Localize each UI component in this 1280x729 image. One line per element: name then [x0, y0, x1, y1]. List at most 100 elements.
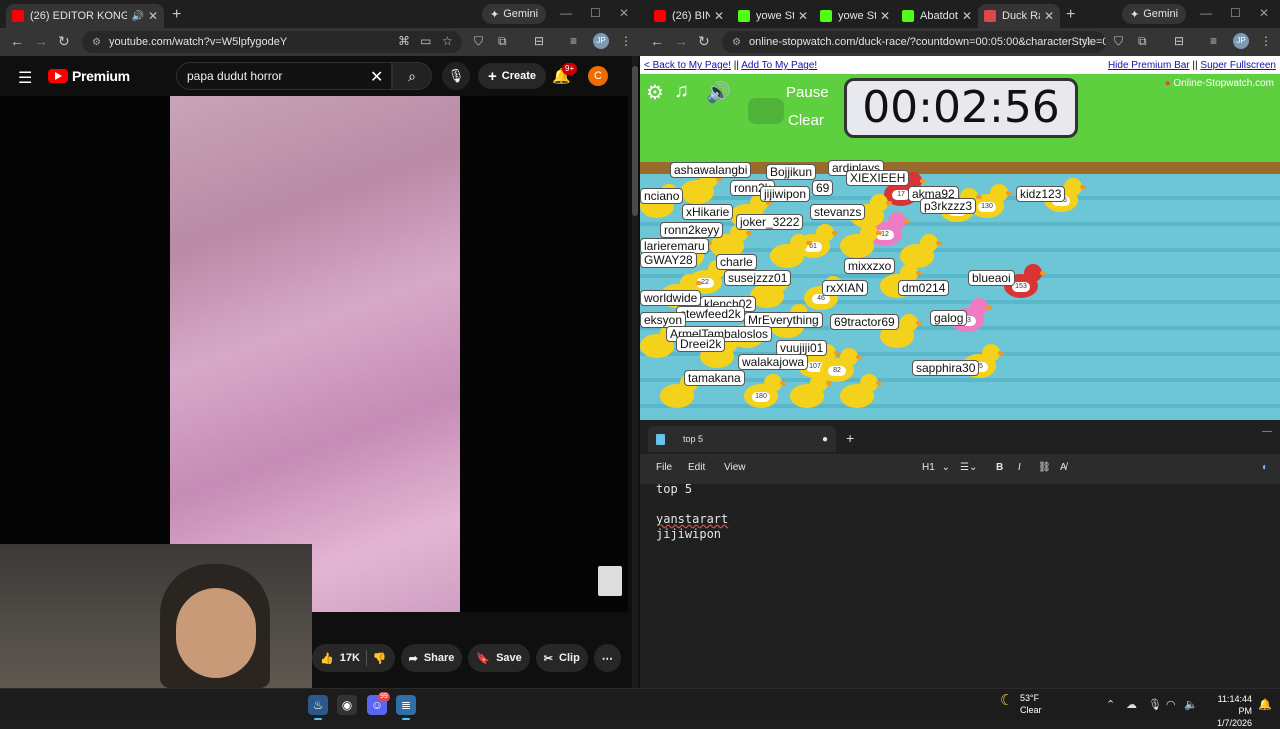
menu-kebab-icon[interactable]: ⋮	[620, 34, 632, 48]
tab-duck-race[interactable]: Duck Rac ✕	[978, 4, 1060, 28]
share-button[interactable]: ➦ Share	[400, 644, 463, 672]
close-tab-icon[interactable]: ✕	[714, 9, 724, 23]
copilot-icon[interactable]: ◐	[1262, 462, 1268, 473]
new-tab-button[interactable]: +	[1066, 6, 1075, 24]
italic-icon[interactable]: I	[1018, 462, 1021, 473]
gemini-button[interactable]: ✦ Gemini	[1122, 4, 1187, 24]
clip-button[interactable]: ✂ Clip	[535, 644, 588, 672]
clock[interactable]: 11:14:44 PM 1/7/2026	[1202, 693, 1252, 729]
clear-formatting-icon[interactable]: A̸	[1060, 462, 1067, 473]
bookmark-star-icon[interactable]: ☆	[1082, 34, 1093, 48]
search-input[interactable]: papa dudut horror	[176, 62, 392, 90]
obs-icon[interactable]: ◉	[337, 695, 357, 715]
tab-youtube[interactable]: (26) BINI ✕	[648, 4, 730, 28]
media-icon[interactable]: ≡	[1210, 34, 1217, 48]
close-tab-icon[interactable]: ✕	[962, 9, 972, 23]
profile-avatar[interactable]: JP	[1233, 33, 1249, 49]
clear-button[interactable]: Clear	[788, 112, 824, 129]
tab-kick-1[interactable]: yowe Stre ✕	[732, 4, 814, 28]
translate-icon[interactable]: ⌘	[398, 34, 410, 48]
close-tab-icon[interactable]: ✕	[148, 9, 158, 23]
forward-icon[interactable]: →	[674, 33, 688, 49]
music-icon[interactable]: ♫	[674, 80, 689, 103]
address-bar[interactable]: ⚙ online-stopwatch.com/duck-race/?countd…	[722, 31, 1106, 53]
reload-icon[interactable]: ↻	[698, 33, 710, 50]
reload-icon[interactable]: ↻	[58, 33, 70, 50]
menu-view[interactable]: View	[724, 462, 746, 473]
profile-avatar[interactable]: JP	[593, 33, 609, 49]
save-button[interactable]: 🔖 Save	[468, 644, 530, 672]
forward-icon[interactable]: →	[34, 33, 48, 49]
shield-extension-icon[interactable]: ⛉	[474, 34, 483, 49]
sound-icon[interactable]: 🔊	[706, 80, 731, 105]
wifi-icon[interactable]: ◠	[1166, 698, 1176, 711]
tab-youtube[interactable]: (26) EDITOR KONG MODEL 🔊 ✕	[6, 4, 164, 28]
maximize-icon[interactable]: ☐	[1230, 6, 1241, 20]
close-window-icon[interactable]: ✕	[1259, 6, 1269, 20]
thumbs-down-icon[interactable]: 👎	[373, 652, 387, 665]
menu-file[interactable]: File	[656, 462, 672, 473]
menu-edit[interactable]: Edit	[688, 462, 705, 473]
microphone-icon[interactable]: 🎙	[1148, 698, 1162, 711]
hide-premium-bar-link[interactable]: Hide Premium Bar	[1108, 60, 1190, 71]
bold-icon[interactable]: B	[996, 462, 1003, 473]
tab-search-icon[interactable]: ⊟	[1174, 34, 1184, 48]
hamburger-menu-icon[interactable]: ☰	[18, 68, 32, 88]
close-window-icon[interactable]: ✕	[619, 6, 629, 20]
tray-overflow-chevron-icon[interactable]: ⌃	[1106, 698, 1115, 711]
notepad-text-area[interactable]: top 5 yanstarart jijiwipon	[656, 482, 728, 542]
heading-select[interactable]: H1 ⌄	[922, 462, 950, 473]
notepad-taskbar-icon[interactable]: ≣	[396, 695, 416, 720]
cloud-icon[interactable]: ☁	[1126, 698, 1137, 711]
close-tab-icon[interactable]: ✕	[1044, 9, 1054, 23]
bookmark-star-icon[interactable]: ☆	[442, 34, 453, 48]
menu-kebab-icon[interactable]: ⋮	[1260, 34, 1272, 48]
steam-icon[interactable]: ♨	[308, 695, 328, 720]
back-to-my-page-link[interactable]: < Back to My Page!	[644, 60, 731, 71]
add-to-my-page-link[interactable]: Add To My Page!	[741, 60, 817, 71]
search-button[interactable]: ⌕	[392, 62, 432, 90]
tab-kick-2[interactable]: yowe Stre ✕	[814, 4, 896, 28]
link-icon[interactable]: ⛓	[1038, 462, 1051, 473]
extensions-icon[interactable]: ⧉	[1138, 34, 1147, 49]
gemini-button[interactable]: ✦ Gemini	[482, 4, 547, 24]
new-notepad-tab-button[interactable]: +	[846, 430, 854, 446]
volume-icon[interactable]: 🔈	[1184, 698, 1198, 711]
close-tab-icon[interactable]: ✕	[798, 9, 808, 23]
settings-gear-icon[interactable]: ⚙	[646, 80, 664, 105]
media-icon[interactable]: ≡	[570, 34, 577, 48]
voice-search-button[interactable]: 🎙	[442, 62, 470, 90]
site-info-icon[interactable]: ⚙	[732, 37, 741, 48]
minimize-icon[interactable]: —	[1200, 6, 1212, 20]
tab-kick-3[interactable]: Abatdota ✕	[896, 4, 978, 28]
notepad-tab[interactable]: top 5 ●	[648, 426, 836, 452]
close-tab-icon[interactable]: ✕	[880, 9, 890, 23]
channel-watermark[interactable]	[598, 566, 622, 596]
unsaved-dot-icon[interactable]: ●	[822, 434, 828, 445]
maximize-icon[interactable]: ☐	[590, 6, 601, 20]
shield-extension-icon[interactable]: ⛉	[1114, 34, 1123, 49]
clear-search-icon[interactable]: ✕	[370, 67, 383, 87]
scrollbar-thumb[interactable]	[632, 66, 638, 216]
create-button[interactable]: + Create	[478, 63, 547, 89]
super-fullscreen-link[interactable]: Super Fullscreen	[1200, 60, 1276, 71]
extensions-icon[interactable]: ⧉	[498, 34, 507, 49]
account-avatar[interactable]: C	[588, 66, 608, 86]
cast-icon[interactable]: ▭	[420, 34, 431, 48]
minimize-icon[interactable]: —	[1262, 426, 1272, 437]
back-icon[interactable]: ←	[650, 33, 664, 49]
tab-search-icon[interactable]: ⊟	[534, 34, 544, 48]
page-scrollbar[interactable]	[632, 56, 638, 688]
site-info-icon[interactable]: ⚙	[92, 37, 101, 48]
video-player[interactable]	[0, 96, 628, 612]
back-icon[interactable]: ←	[10, 33, 24, 49]
minimize-icon[interactable]: —	[560, 6, 572, 20]
like-button[interactable]: 👍 17K 👎	[312, 644, 395, 672]
notifications-icon[interactable]: 🔔	[1258, 698, 1272, 711]
list-format-icon[interactable]: ☰⌄	[960, 462, 977, 473]
more-actions-button[interactable]: ⋯	[593, 644, 621, 672]
youtube-logo-icon[interactable]	[48, 69, 68, 83]
pause-button[interactable]: Pause	[786, 84, 829, 101]
new-tab-button[interactable]: +	[172, 6, 181, 24]
speaker-icon[interactable]: 🔊	[131, 11, 143, 22]
